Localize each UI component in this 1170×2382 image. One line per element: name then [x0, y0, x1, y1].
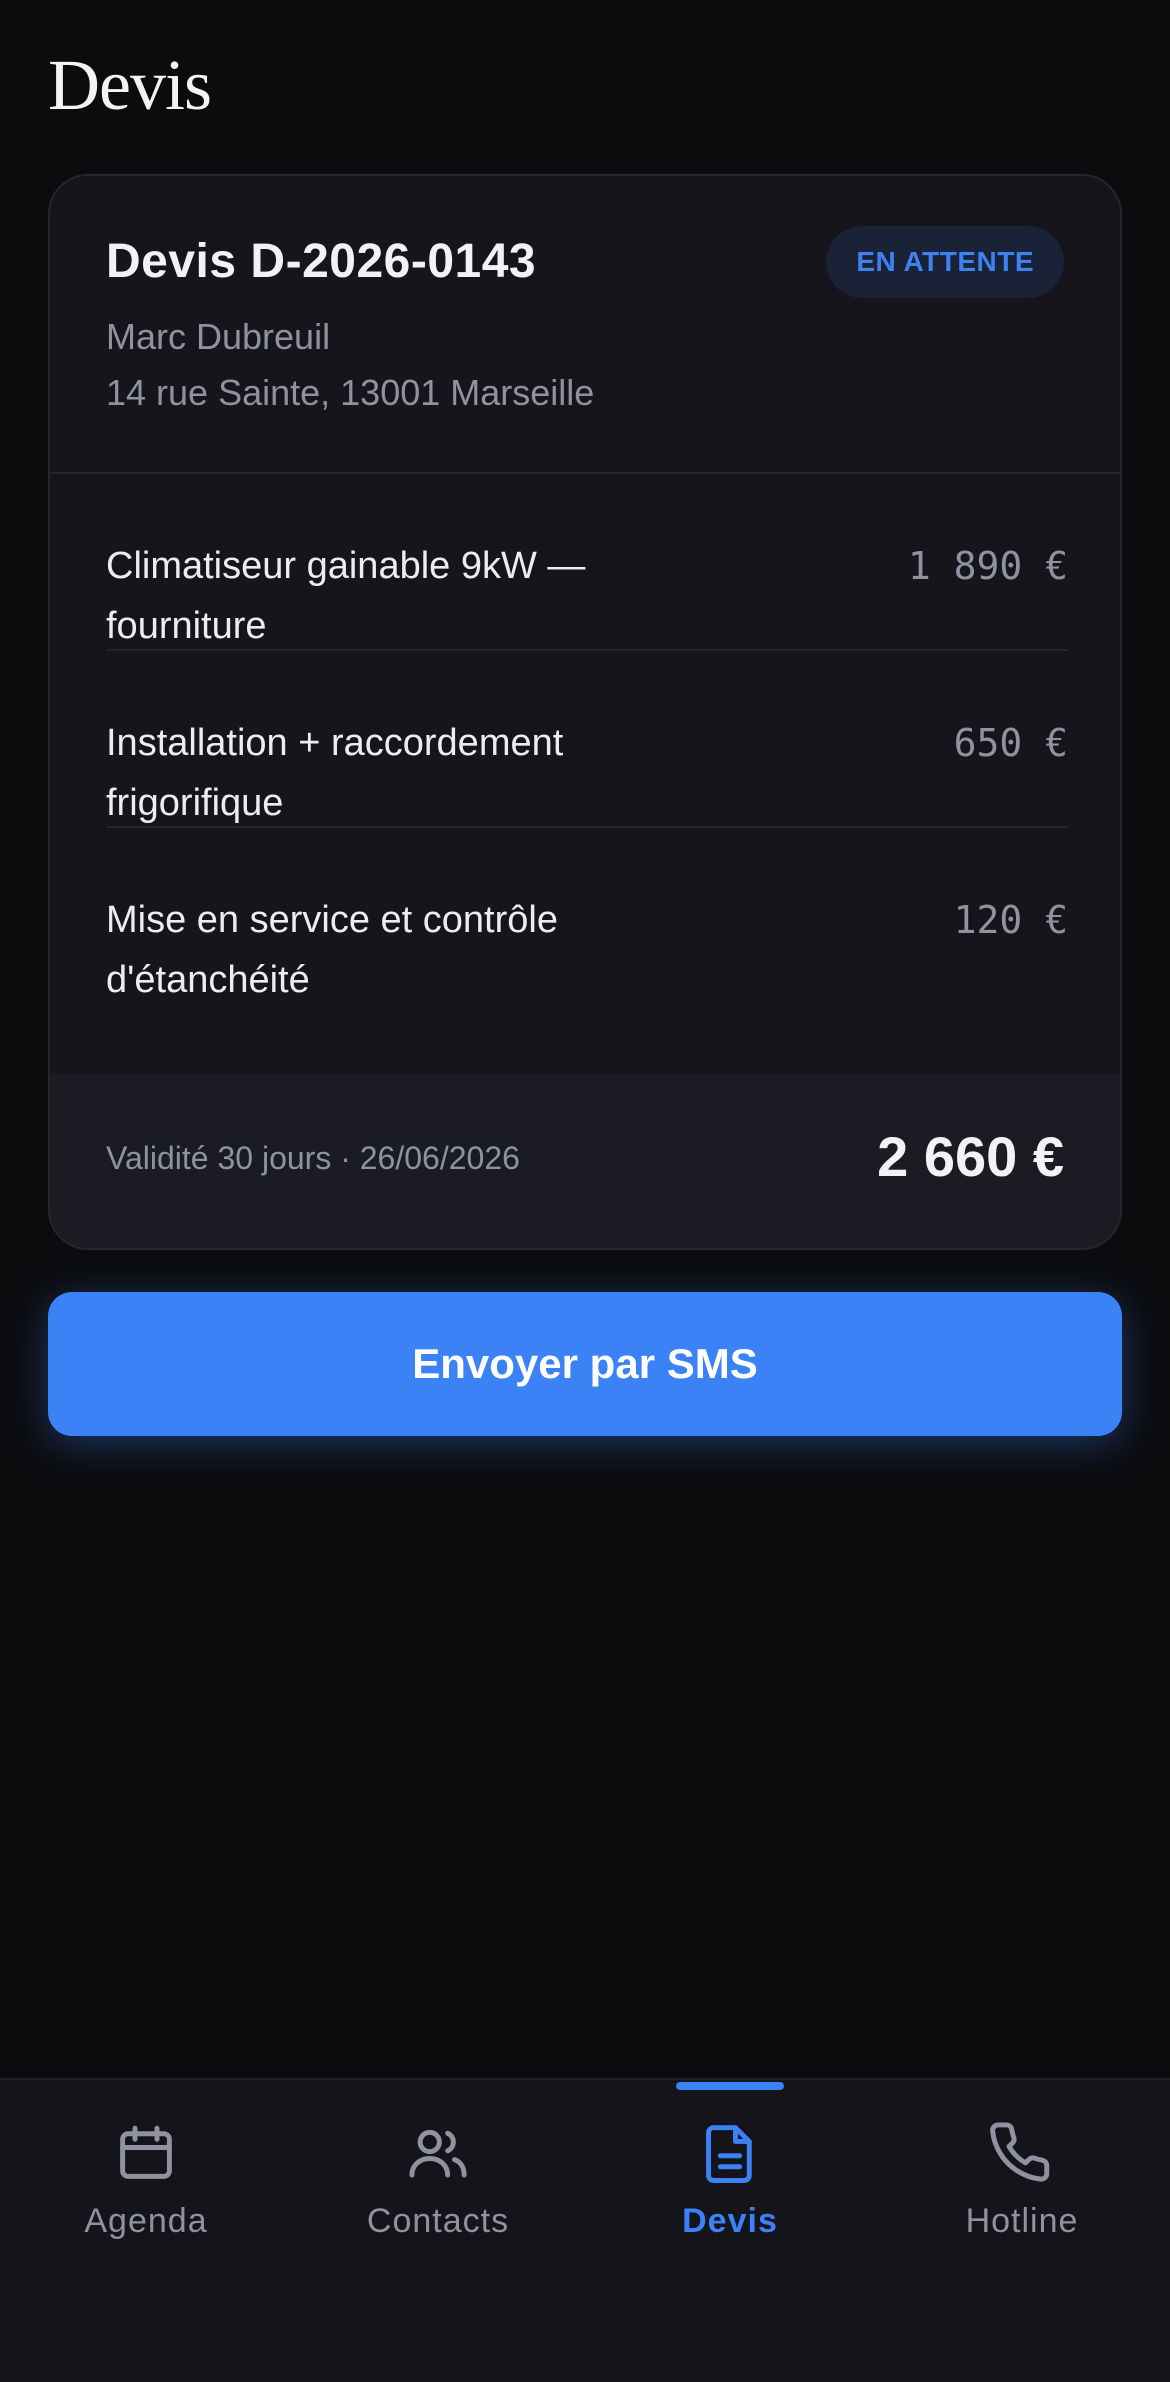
quote-header: Devis D-2026-0143 EN ATTENTE Marc Dubreu…: [50, 176, 1120, 474]
calendar-icon: [120, 2125, 172, 2179]
nav-item-hotline[interactable]: Hotline: [876, 2080, 1168, 2280]
line-item: Mise en service et contrôle d'étanchéité…: [106, 828, 1068, 1005]
total-amount: 2 660 €: [877, 1125, 1064, 1188]
document-icon: [706, 2125, 752, 2183]
line-item: Installation + raccordement frigorifique…: [106, 651, 1068, 828]
nav-label-agenda: Agenda: [84, 2202, 208, 2240]
client-name: Marc Dubreuil: [106, 316, 331, 357]
validity-text: Validité 30 jours · 26/06/2026: [106, 1140, 520, 1176]
line-item-label: Mise en service et contrôle d'étanchéité: [106, 899, 558, 1001]
quote-footer: Validité 30 jours · 26/06/2026 2 660 €: [50, 1074, 1120, 1248]
nav-label-hotline: Hotline: [965, 2202, 1079, 2240]
users-icon: [409, 2129, 467, 2178]
line-item-label: Climatiseur gainable 9kW — fourniture: [106, 545, 586, 647]
line-item: Climatiseur gainable 9kW — fourniture 1 …: [106, 474, 1068, 651]
quote-number: Devis D-2026-0143: [106, 235, 537, 288]
line-item-amount: 650 €: [953, 721, 1068, 765]
page-title: Devis: [48, 45, 212, 125]
nav-label-contacts: Contacts: [366, 2202, 510, 2240]
nav-item-agenda[interactable]: Agenda: [0, 2080, 292, 2280]
quote-card: Devis D-2026-0143 EN ATTENTE Marc Dubreu…: [48, 174, 1122, 1250]
line-item-label: Installation + raccordement frigorifique: [106, 722, 564, 824]
phone-icon: [990, 2122, 1050, 2182]
active-tab-indicator: [676, 2082, 784, 2090]
nav-item-devis[interactable]: Devis: [584, 2080, 876, 2280]
status-badge: EN ATTENTE: [826, 226, 1064, 298]
send-sms-button[interactable]: Envoyer par SMS: [48, 1292, 1122, 1436]
nav-label-devis: Devis: [682, 2202, 778, 2240]
client-address: 14 rue Sainte, 13001 Marseille: [106, 372, 595, 413]
line-item-amount: 120 €: [953, 898, 1068, 942]
nav-item-contacts[interactable]: Contacts: [292, 2080, 584, 2280]
line-item-amount: 1 890 €: [907, 544, 1068, 588]
bottom-nav: Agenda Contacts Devis Hotline: [0, 2078, 1170, 2382]
line-items-list: Climatiseur gainable 9kW — fourniture 1 …: [106, 474, 1068, 1005]
